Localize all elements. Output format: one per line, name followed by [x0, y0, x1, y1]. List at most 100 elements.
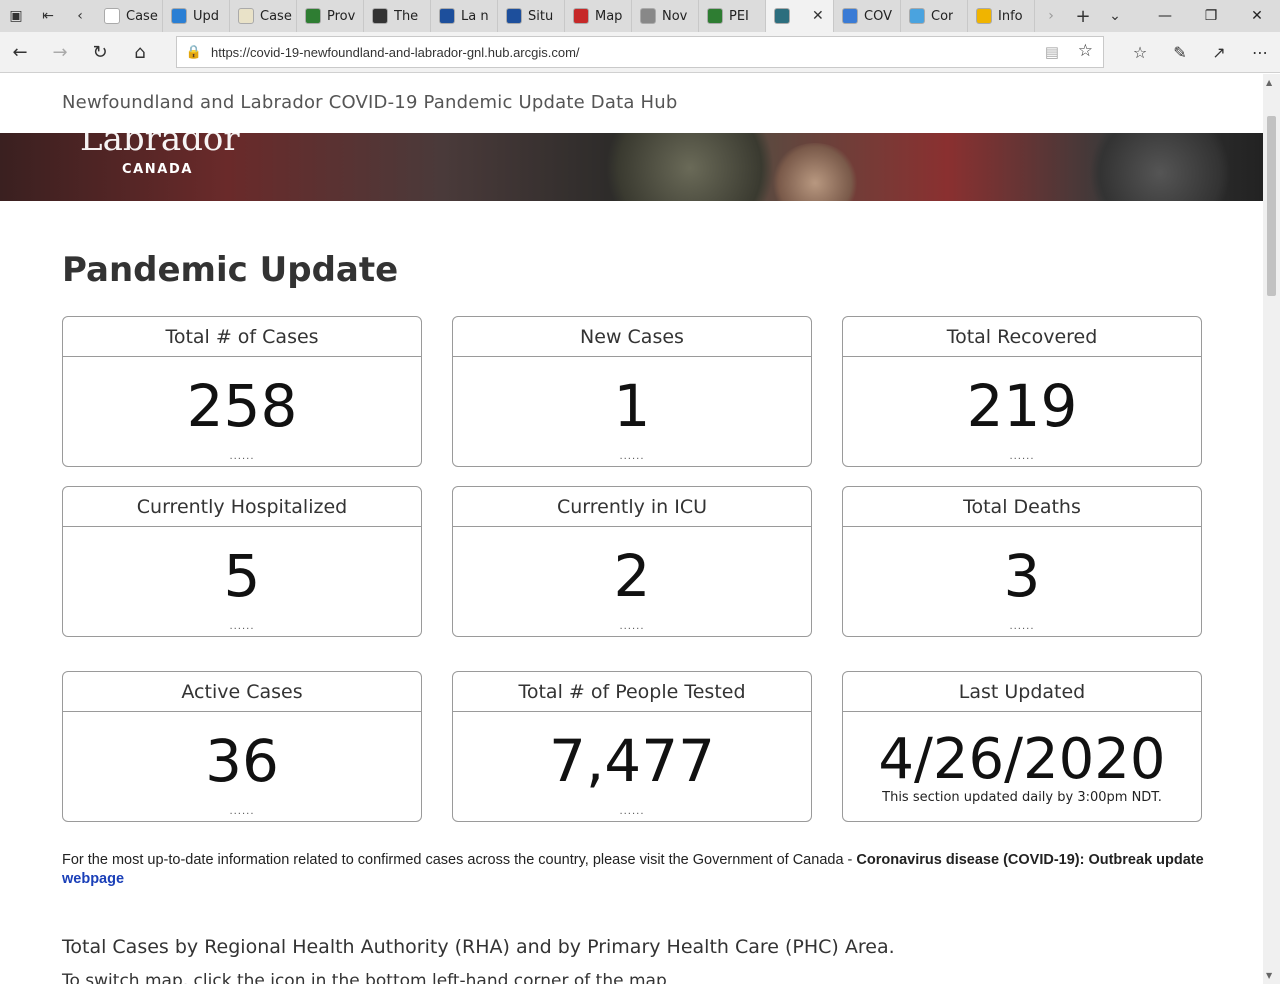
virus-image: [590, 133, 790, 201]
browser-tab[interactable]: PEI: [699, 0, 766, 32]
fleur-icon: [506, 8, 522, 24]
logo-country: CANADA: [122, 162, 193, 177]
browser-tab[interactable]: Nov: [632, 0, 699, 32]
restore-icon[interactable]: ❐: [1188, 0, 1234, 32]
new-tab-icon[interactable]: +: [1067, 0, 1099, 32]
stat-card-value: 2: [613, 542, 651, 610]
info-icon: [976, 8, 992, 24]
address-bar-row: ← → ↻ ⌂ 🔒 https://covid-19-newfoundland-…: [0, 32, 1280, 73]
stat-card-value: 1: [613, 372, 651, 440]
back-icon[interactable]: ←: [6, 38, 34, 66]
favorite-star-icon[interactable]: ☆: [1078, 41, 1093, 61]
stat-card-label: New Cases: [453, 317, 811, 357]
stat-card: Last Updated 4/26/2020 This section update…: [842, 671, 1202, 822]
stat-card-footer: ......: [229, 451, 255, 462]
window-controls: — ❐ ✕: [1142, 0, 1280, 32]
forward-icon[interactable]: →: [46, 38, 74, 66]
browser-tab-label: La n: [461, 8, 489, 24]
globe-icon: [774, 8, 790, 24]
tab-actions-icon[interactable]: ▣: [0, 0, 32, 32]
scroll-tabs-right-icon[interactable]: ›: [1035, 0, 1067, 32]
stat-card-value: 5: [223, 542, 261, 610]
pei-icon: [707, 8, 723, 24]
stat-card-footer: ......: [1009, 621, 1035, 632]
browser-tab[interactable]: Situ: [498, 0, 565, 32]
scroll-tabs-left-icon[interactable]: ‹: [64, 0, 96, 32]
fleur-icon: [439, 8, 455, 24]
stat-card-label: Total # of Cases: [63, 317, 421, 357]
stat-card: Active Cases 36......: [62, 671, 422, 822]
cov-icon: [842, 8, 858, 24]
stat-card-value: 3: [1003, 542, 1041, 610]
page-icon: [104, 8, 120, 24]
stat-card: New Cases 1......: [452, 316, 812, 467]
virus-image-dark: [1080, 133, 1240, 201]
stat-card-label: Total Recovered: [843, 317, 1201, 357]
stat-card-value: 7,477: [548, 727, 716, 795]
scroll-thumb[interactable]: [1267, 116, 1276, 296]
browser-tab-label: Prov: [327, 8, 356, 24]
minimize-icon[interactable]: —: [1142, 0, 1188, 32]
stat-card: Currently in ICU 2......: [452, 486, 812, 637]
url-field[interactable]: 🔒 https://covid-19-newfoundland-and-labr…: [176, 36, 1104, 68]
scroll-down-icon[interactable]: ▼: [1266, 971, 1272, 980]
browser-tab[interactable]: Info: [968, 0, 1035, 32]
cor-icon: [909, 8, 925, 24]
browser-tab[interactable]: Cor: [901, 0, 968, 32]
tab-list-icon[interactable]: ⌄: [1099, 0, 1131, 32]
browser-tab-label: COV: [864, 8, 892, 24]
doc-icon: [640, 8, 656, 24]
share-icon[interactable]: ↗: [1205, 38, 1233, 66]
banner-image: Labrador CANADA: [0, 133, 1263, 201]
stat-card-label: Currently Hospitalized: [63, 487, 421, 527]
stat-card-footer: ......: [229, 806, 255, 817]
browser-tab[interactable]: La n: [431, 0, 498, 32]
browser-tab[interactable]: Case: [230, 0, 297, 32]
browser-tab[interactable]: Map: [565, 0, 632, 32]
page-viewport: Newfoundland and Labrador COVID-19 Pande…: [0, 74, 1263, 984]
browser-tab[interactable]: COV: [834, 0, 901, 32]
close-tab-icon[interactable]: ✕: [812, 8, 824, 24]
stat-card-value: 36: [205, 727, 279, 795]
stat-card: Total Recovered 219......: [842, 316, 1202, 467]
logo-wordmark: Labrador: [80, 133, 240, 159]
browser-tab-label: Upd: [193, 8, 220, 24]
browser-tab[interactable]: The: [364, 0, 431, 32]
webpage-link[interactable]: webpage: [62, 871, 124, 887]
site-title[interactable]: Newfoundland and Labrador COVID-19 Pande…: [62, 92, 677, 113]
browser-tab-label: Map: [595, 8, 623, 24]
section-subtext: To switch map, click the icon in the bot…: [62, 971, 667, 984]
page-scrollbar[interactable]: ▲ ▼: [1263, 74, 1280, 984]
flag-icon: [305, 8, 321, 24]
browser-tab-label: The: [394, 8, 419, 24]
close-window-icon[interactable]: ✕: [1234, 0, 1280, 32]
refresh-icon[interactable]: ↻: [86, 38, 114, 66]
browser-tab[interactable]: Case: [96, 0, 163, 32]
stat-card-label: Last Updated: [843, 672, 1201, 712]
shield-icon: [372, 8, 388, 24]
stat-card-label: Total # of People Tested: [453, 672, 811, 712]
scroll-up-icon[interactable]: ▲: [1266, 78, 1272, 87]
stat-card-label: Currently in ICU: [453, 487, 811, 527]
browser-tab[interactable]: ✕: [766, 0, 834, 32]
reading-view-icon[interactable]: ▤: [1045, 43, 1059, 61]
browser-tab-label: PEI: [729, 8, 749, 24]
stat-card-footer: ......: [229, 621, 255, 632]
more-icon[interactable]: ⋯: [1246, 38, 1274, 66]
browser-tab[interactable]: Prov: [297, 0, 364, 32]
stat-card-label: Active Cases: [63, 672, 421, 712]
set-aside-tabs-icon[interactable]: ⇤: [32, 0, 64, 32]
info-bold-text: Coronavirus disease (COVID-19): Outbreak…: [856, 852, 1204, 868]
browser-tab-label: Situ: [528, 8, 554, 24]
site-header: Newfoundland and Labrador COVID-19 Pande…: [0, 74, 1263, 133]
home-icon[interactable]: ⌂: [126, 38, 154, 66]
notes-icon[interactable]: ✎: [1166, 38, 1194, 66]
page-title: Pandemic Update: [62, 250, 399, 290]
favorites-icon[interactable]: ☆: [1126, 38, 1154, 66]
stat-card-value: 219: [966, 372, 1078, 440]
stat-card: Currently Hospitalized 5......: [62, 486, 422, 637]
browser-tab[interactable]: Upd: [163, 0, 230, 32]
stat-card: Total Deaths 3......: [842, 486, 1202, 637]
chart-icon: [171, 8, 187, 24]
stat-card: Total # of Cases 258......: [62, 316, 422, 467]
